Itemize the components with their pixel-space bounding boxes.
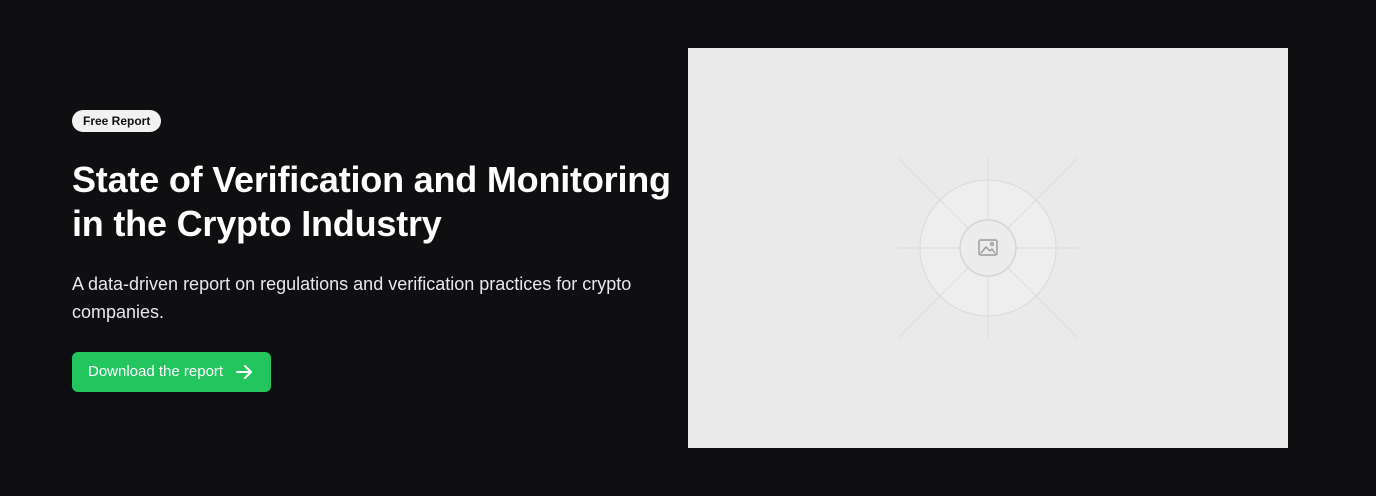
hero-title: State of Verification and Monitoring in … [72, 159, 671, 244]
download-report-button[interactable]: Download the report [72, 352, 272, 392]
hero-section: Free Report State of Verification and Mo… [0, 0, 1376, 496]
arrow-right-icon [235, 363, 253, 381]
report-badge: Free Report [72, 110, 162, 132]
hero-description: A data-driven report on regulations and … [72, 274, 632, 322]
report-image-placeholder [688, 48, 1288, 448]
image-placeholder-graphic [897, 157, 1079, 339]
hero-content: Free Report State of Verification and Mo… [72, 110, 692, 392]
download-report-label: Download the report [88, 363, 224, 380]
